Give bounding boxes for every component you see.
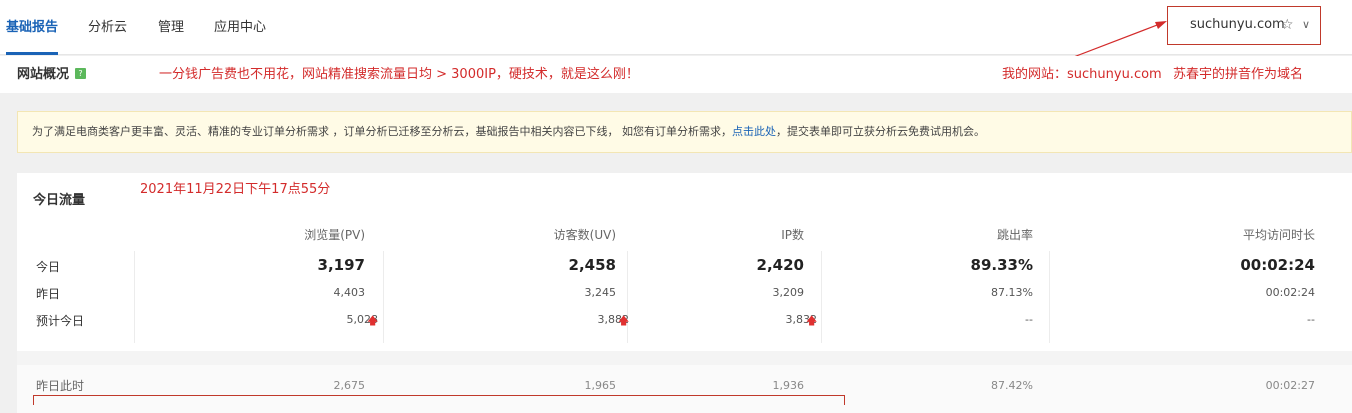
promo-annotation: 一分钱广告费也不用花，网站精准搜索流量日均 > 3000IP，硬技术，就是这么刚… [159, 67, 639, 82]
col-header-duration: 平均访问时长 [1242, 228, 1315, 242]
highlight-box [33, 395, 845, 405]
same-time-ip: 1,936 [772, 379, 805, 392]
same-time-uv: 1,965 [584, 379, 617, 392]
col-header-pv: 浏览量(PV) [304, 228, 365, 242]
today-duration: 00:02:24 [1240, 256, 1315, 274]
timestamp-annotation: 2021年11月22日下午17点55分 [140, 182, 331, 197]
up-arrow-icon: 🡅 [367, 314, 379, 327]
section-separator [17, 351, 1352, 365]
yesterday-duration: 00:02:24 [1265, 286, 1315, 299]
divider [383, 251, 384, 343]
up-arrow-icon: 🡅 [618, 314, 630, 327]
today-traffic-panel: 2021年11月22日下午17点55分 今日流量 浏览量(PV) 访客数(UV)… [17, 173, 1352, 413]
yesterday-uv: 3,245 [584, 286, 617, 299]
help-icon[interactable]: ? [75, 68, 86, 79]
yesterday-pv: 4,403 [333, 286, 366, 299]
notice-text: 为了满足电商类客户更丰富、灵活、精准的专业订单分析需求 ，订单分析已迁移至分析云… [32, 125, 732, 138]
same-time-bounce: 87.42% [991, 379, 1033, 392]
forecast-duration: -- [1307, 313, 1315, 326]
same-time-duration: 00:02:27 [1265, 379, 1315, 392]
name-annotation: 苏春宇的拼音作为域名 [1173, 67, 1304, 82]
up-arrow-icon: 🡅 [806, 314, 818, 327]
row-label-same-time-yesterday: 昨日此时 [36, 379, 85, 393]
col-header-ip: IP数 [781, 228, 804, 242]
site-annotation: 我的网站：suchunyu.com [1002, 67, 1162, 82]
today-bounce: 89.33% [970, 256, 1033, 274]
panel-title: 今日流量 [33, 193, 86, 208]
yesterday-ip: 3,209 [772, 286, 805, 299]
row-label-forecast: 预计今日 [36, 314, 85, 328]
col-header-uv: 访客数(UV) [553, 228, 616, 242]
notice-text-end: ，提交表单即可立获分析云免费试用机会。 [776, 125, 985, 138]
same-time-pv: 2,675 [333, 379, 366, 392]
page-title: 网站概况 [17, 67, 70, 82]
divider [134, 251, 135, 343]
row-label-yesterday: 昨日 [36, 287, 61, 301]
divider [1049, 251, 1050, 343]
forecast-bounce: -- [1025, 313, 1033, 326]
today-uv: 2,458 [568, 256, 616, 274]
today-pv: 3,197 [317, 256, 365, 274]
row-label-today: 今日 [36, 260, 61, 274]
divider [821, 251, 822, 343]
overview-header: 网站概况 ? 一分钱广告费也不用花，网站精准搜索流量日均 > 3000IP，硬技… [0, 56, 1352, 93]
yesterday-bounce: 87.13% [991, 286, 1033, 299]
col-header-bounce: 跳出率 [996, 228, 1033, 242]
notice-link[interactable]: 点击此处 [732, 125, 776, 138]
today-ip: 2,420 [756, 256, 804, 274]
notice-banner: 为了满足电商类客户更丰富、灵活、精准的专业订单分析需求 ，订单分析已迁移至分析云… [17, 111, 1352, 153]
row-same-time-yesterday [17, 365, 1352, 413]
